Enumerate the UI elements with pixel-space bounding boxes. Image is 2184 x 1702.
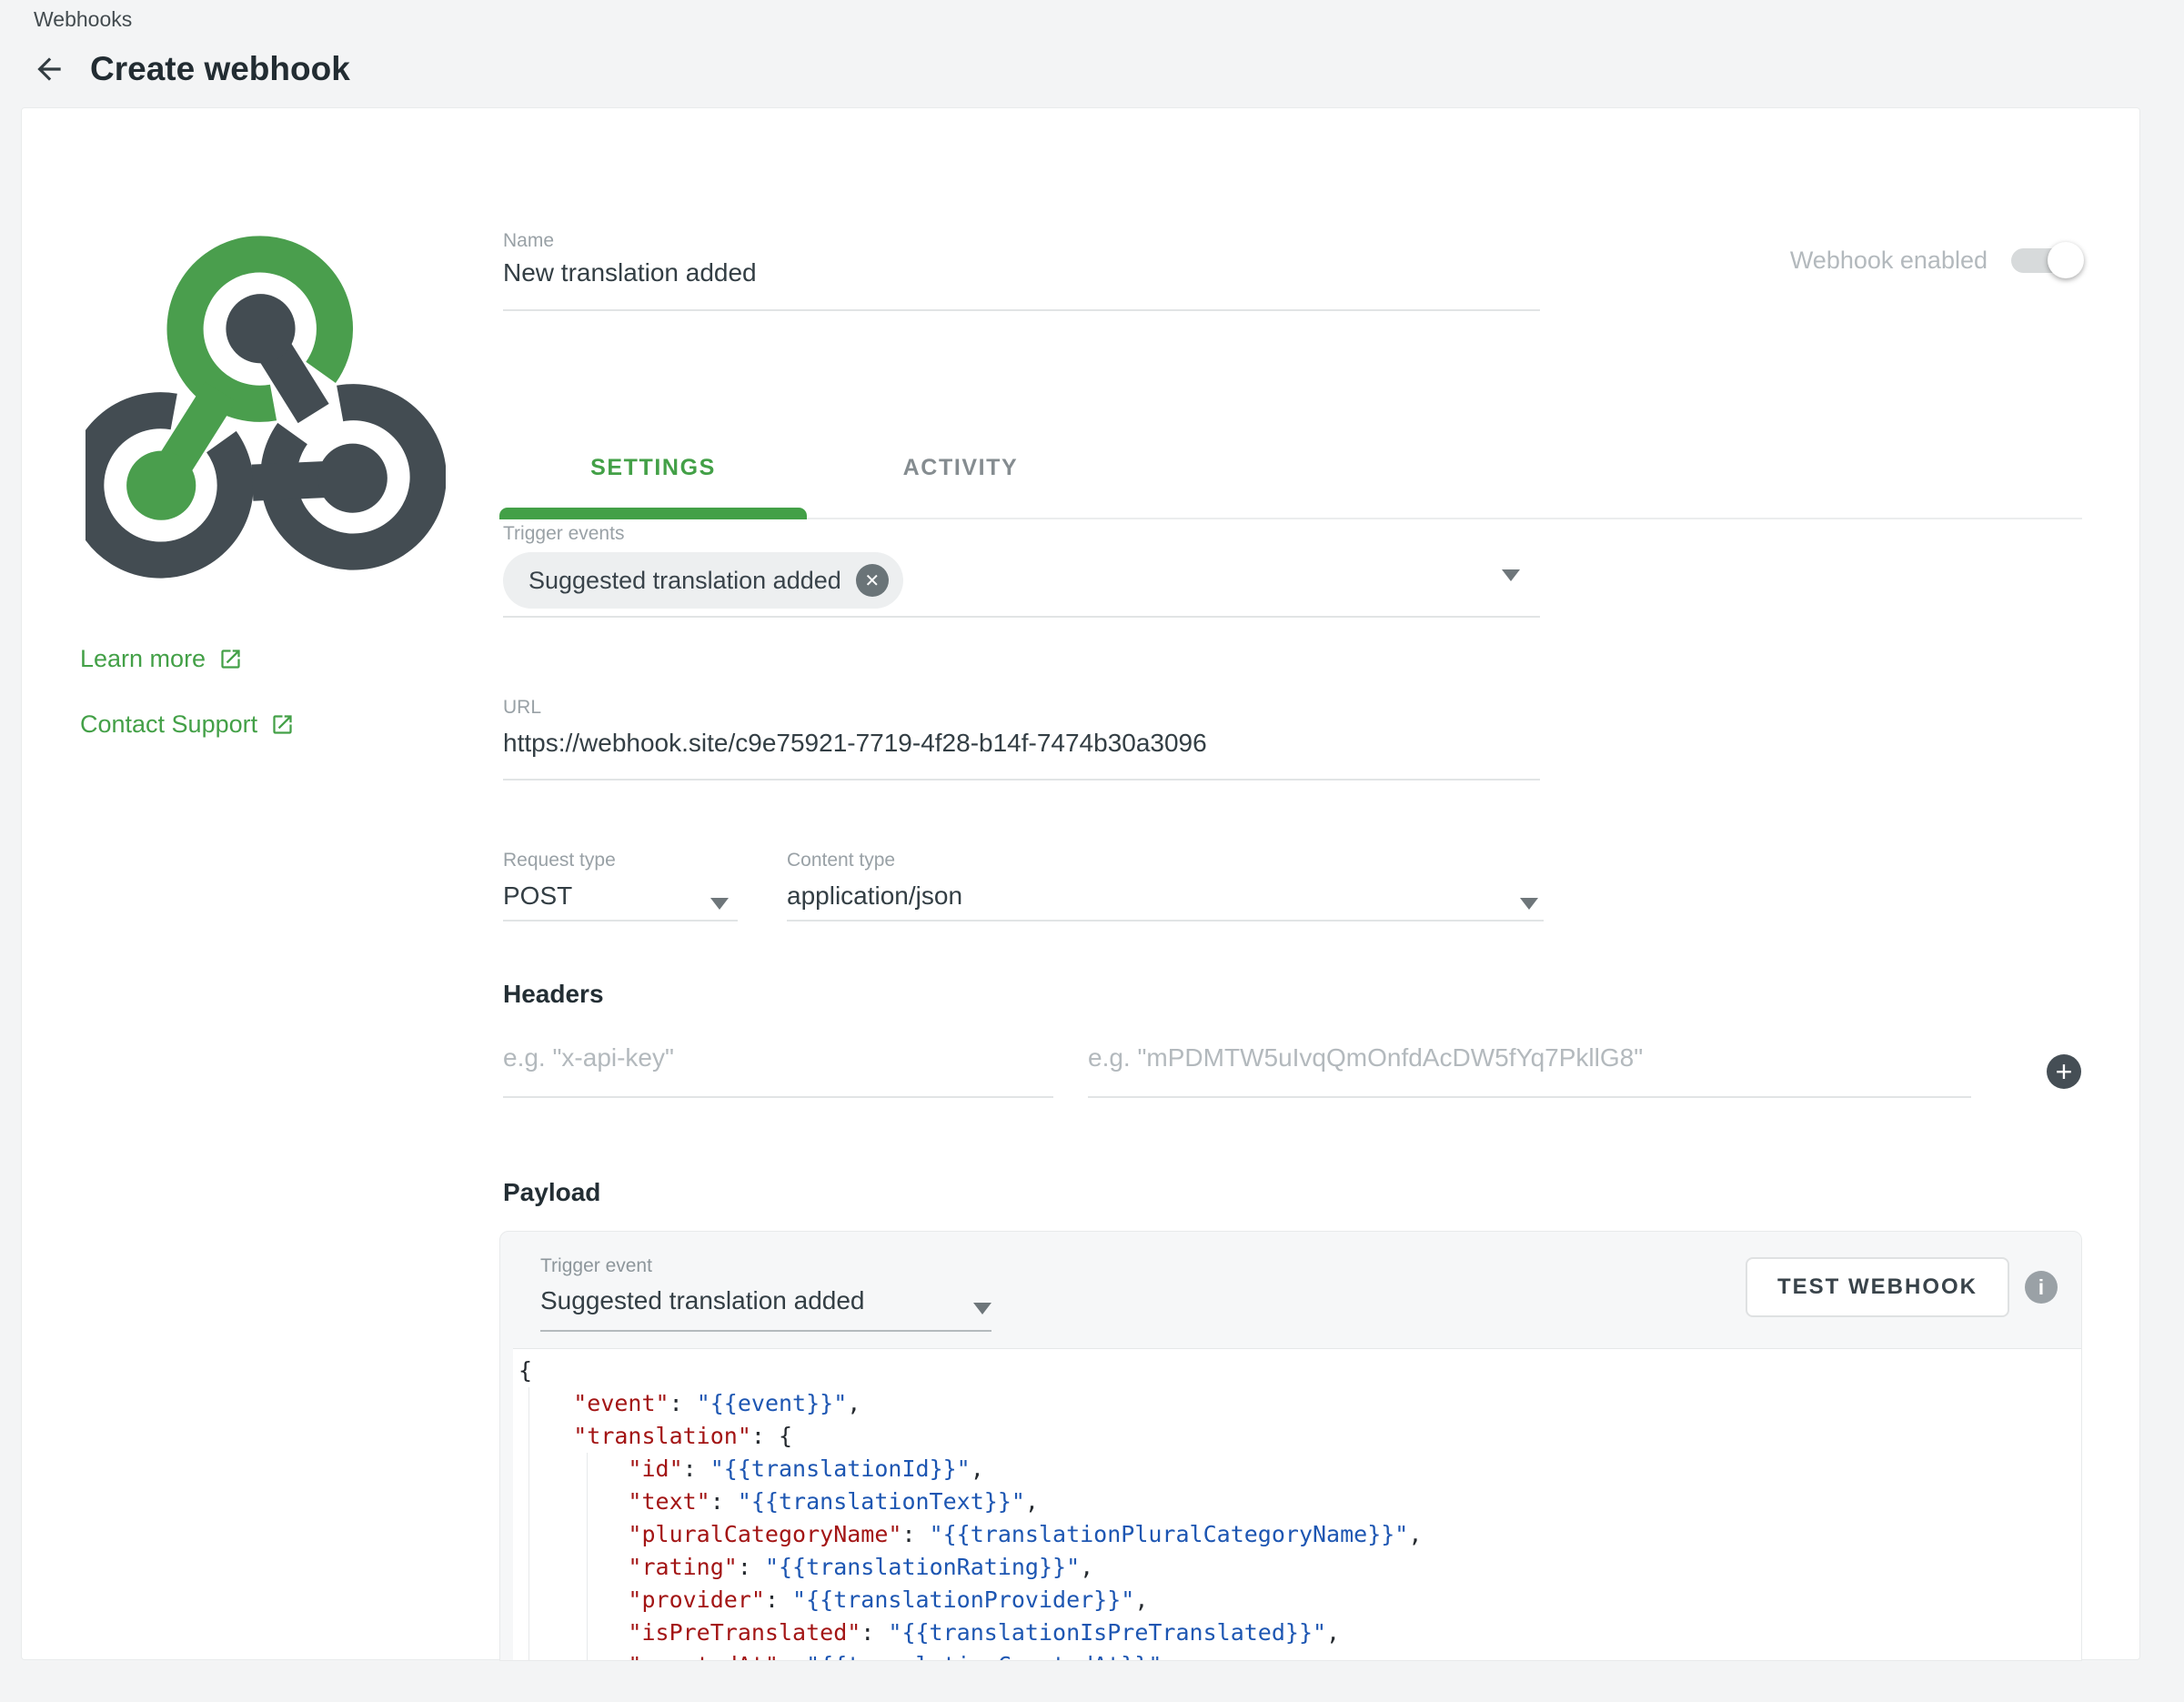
open-in-new-icon	[270, 712, 295, 737]
title-row: Create webhook	[30, 50, 350, 88]
url-input[interactable]	[503, 729, 1540, 758]
trigger-event-chip: Suggested translation added ✕	[503, 552, 903, 609]
name-input[interactable]	[503, 258, 1504, 287]
content-type-dropdown-arrow-icon[interactable]	[1520, 898, 1538, 910]
payload-trigger-event-select[interactable]: Suggested translation added	[540, 1286, 865, 1315]
code-line: "text": "{{translationText}}",	[518, 1485, 2082, 1518]
plus-icon: +	[2056, 1057, 2073, 1086]
url-label: URL	[503, 697, 541, 719]
code-line: "isPreTranslated": "{{translationIsPreTr…	[518, 1616, 2082, 1649]
breadcrumb[interactable]: Webhooks	[34, 7, 132, 32]
add-header-button[interactable]: +	[2047, 1054, 2081, 1089]
create-webhook-page: Webhooks Create webhook	[0, 0, 2184, 1702]
payload-trigger-dropdown-arrow-icon[interactable]	[973, 1303, 991, 1314]
payload-code-editor[interactable]: { "event": "{{event}}", "translation": {…	[513, 1348, 2082, 1661]
code-line: "rating": "{{translationRating}}",	[518, 1551, 2082, 1584]
payload-card: Trigger event Suggested translation adde…	[499, 1231, 2082, 1661]
request-type-underline	[503, 920, 738, 921]
active-tab-indicator	[499, 508, 807, 519]
trigger-events-underline	[503, 616, 1540, 618]
webhook-enabled-label: Webhook enabled	[1790, 247, 1988, 275]
tab-settings[interactable]: SETTINGS	[499, 418, 807, 518]
content-type-select[interactable]: application/json	[787, 881, 962, 911]
page-title: Create webhook	[90, 50, 350, 88]
info-icon[interactable]: i	[2025, 1271, 2058, 1304]
webhook-enabled-row: Webhook enabled	[1790, 247, 2082, 275]
learn-more-label: Learn more	[80, 645, 206, 673]
tab-label: SETTINGS	[590, 455, 716, 481]
back-button[interactable]	[30, 50, 68, 88]
trigger-events-dropdown-arrow-icon[interactable]	[1502, 569, 1520, 581]
test-webhook-button[interactable]: TEST WEBHOOK	[1746, 1257, 2009, 1317]
tab-bar: SETTINGS ACTIVITY	[499, 418, 2082, 519]
content-type-label: Content type	[787, 850, 895, 871]
code-line: "pluralCategoryName": "{{translationPlur…	[518, 1518, 2082, 1551]
payload-code: { "event": "{{event}}", "translation": {…	[513, 1349, 2082, 1661]
chip-label: Suggested translation added	[528, 567, 841, 595]
tab-label: ACTIVITY	[903, 455, 1019, 481]
header-key-input[interactable]	[503, 1043, 1049, 1073]
webhook-enabled-toggle[interactable]	[2011, 248, 2082, 273]
trigger-events-label: Trigger events	[503, 523, 624, 545]
code-line: "translation": {	[518, 1420, 2082, 1453]
payload-heading: Payload	[503, 1178, 600, 1207]
code-line: "event": "{{event}}",	[518, 1387, 2082, 1420]
headers-heading: Headers	[503, 980, 604, 1009]
arrow-back-icon	[32, 52, 66, 86]
toggle-thumb	[2048, 242, 2084, 278]
header-value-input[interactable]	[1088, 1043, 1961, 1073]
trigger-events-chips: Suggested translation added ✕	[503, 552, 903, 609]
payload-trigger-underline	[540, 1330, 991, 1332]
header-value-underline	[1088, 1096, 1971, 1098]
name-label: Name	[503, 230, 554, 252]
webhook-logo	[86, 234, 446, 589]
open-in-new-icon	[218, 647, 243, 671]
code-line: "provider": "{{translationProvider}}",	[518, 1584, 2082, 1616]
chip-remove-icon[interactable]: ✕	[856, 564, 889, 597]
url-underline	[503, 779, 1540, 781]
contact-support-link[interactable]: Contact Support	[80, 710, 295, 739]
code-line: "id": "{{translationId}}",	[518, 1453, 2082, 1485]
request-type-dropdown-arrow-icon[interactable]	[710, 898, 729, 910]
tab-activity[interactable]: ACTIVITY	[807, 418, 1114, 518]
header-key-underline	[503, 1096, 1053, 1098]
learn-more-link[interactable]: Learn more	[80, 645, 243, 673]
code-line: "createdAt": "{{translationCreatedAt}}",	[518, 1649, 2082, 1661]
code-line: {	[518, 1355, 2082, 1387]
name-underline	[503, 309, 1540, 311]
webhook-card: Learn more Contact Support Name Webhook …	[21, 107, 2140, 1660]
request-type-select[interactable]: POST	[503, 881, 572, 911]
payload-trigger-event-label: Trigger event	[540, 1255, 652, 1277]
contact-support-label: Contact Support	[80, 710, 257, 739]
content-type-underline	[787, 920, 1544, 921]
request-type-label: Request type	[503, 850, 616, 871]
